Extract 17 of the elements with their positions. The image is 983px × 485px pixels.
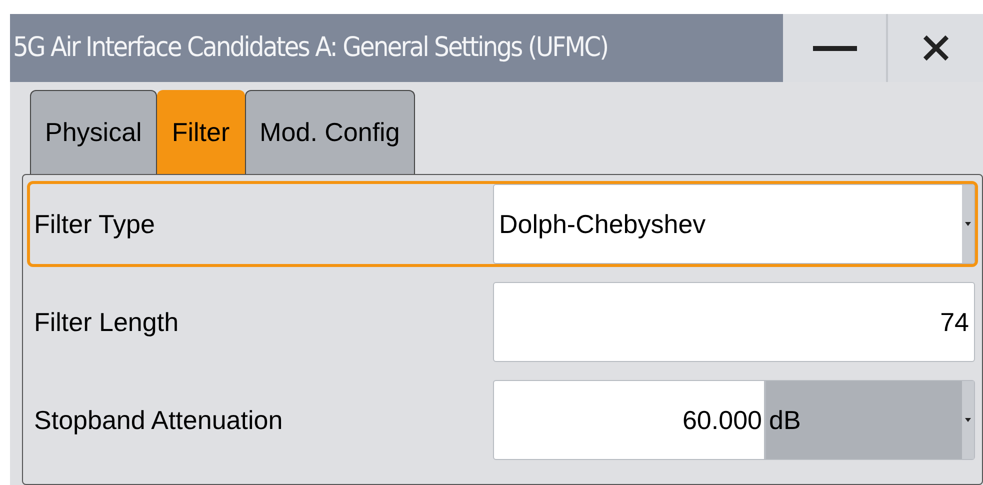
tab[interactable]: Filter [156,90,245,174]
filter-type-dropdown[interactable]: Dolph-Chebyshev [493,184,975,264]
field-label: Filter Type [33,208,155,240]
window-title: 5G Air Interface Candidates A: General Settings (UFMC) [12,30,609,65]
unit-dropdown[interactable]: dB [765,380,975,460]
close-icon [922,34,950,62]
field-label: Filter Length [33,306,179,338]
number-field[interactable]: 60.000 [493,380,765,460]
minimize-button[interactable] [783,14,888,82]
tab[interactable]: Mod. Config [244,90,415,174]
field-label: Stopband Attenuation [33,404,283,436]
dropdown-caret-icon [965,222,971,226]
minimize-icon [812,46,856,50]
dropdown-caret-icon [965,418,971,422]
close-button[interactable] [888,14,983,82]
number-field[interactable]: 74 [493,282,975,362]
tab[interactable]: Physical [30,90,157,174]
